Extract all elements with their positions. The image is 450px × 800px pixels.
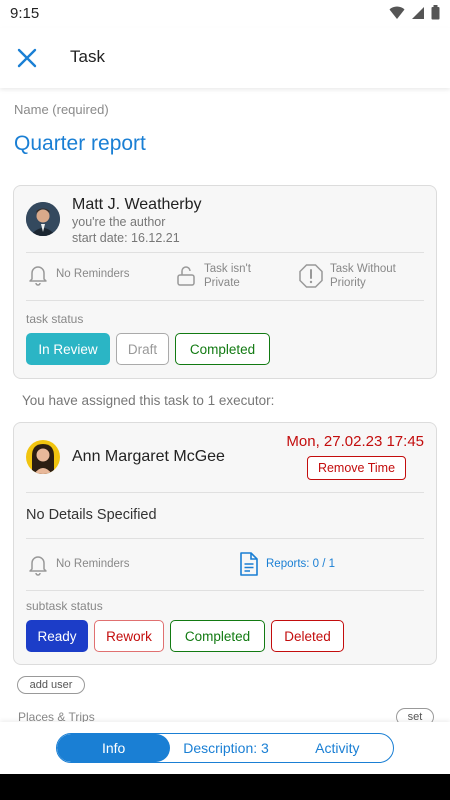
author-start-date: start date: 16.12.21 xyxy=(72,231,180,245)
divider xyxy=(26,538,424,539)
privacy-line-2: Private xyxy=(204,277,240,289)
executor-details[interactable]: No Details Specified xyxy=(26,507,157,523)
page-title: Task xyxy=(70,47,105,66)
status-completed-chip[interactable]: Completed xyxy=(170,620,265,652)
reports-label: Reports: 0 / 1 xyxy=(266,558,336,570)
reminders-label: No Reminders xyxy=(56,268,130,280)
executor-name: Ann Margaret McGee xyxy=(72,448,225,465)
status-icons xyxy=(389,5,440,20)
privacy-status[interactable]: Task isn't Private xyxy=(174,262,251,290)
status-ready-chip[interactable]: Ready xyxy=(26,620,88,652)
executor-avatar xyxy=(26,440,60,474)
close-icon[interactable] xyxy=(14,45,40,71)
bell-icon xyxy=(29,266,47,286)
system-nav-bar xyxy=(0,774,450,800)
priority-line-2: Priority xyxy=(330,277,366,289)
task-name[interactable]: Quarter report xyxy=(14,132,146,156)
unlock-icon xyxy=(177,266,195,286)
priority-octagon-icon xyxy=(299,264,323,288)
remove-time-button[interactable]: Remove Time xyxy=(307,456,406,480)
battery-icon xyxy=(431,5,440,20)
author-name: Matt J. Weatherby xyxy=(72,196,202,213)
reminders-label: No Reminders xyxy=(56,558,130,570)
app-bar: Task xyxy=(0,28,450,88)
tab-activity[interactable]: Activity xyxy=(282,734,393,762)
subtask-status-label: subtask status xyxy=(26,599,103,613)
privacy-label: Task isn't Private xyxy=(204,262,251,290)
places-trips-label: Places & Trips xyxy=(18,710,95,722)
tab-info[interactable]: Info xyxy=(57,734,171,762)
divider xyxy=(26,300,424,301)
bell-icon xyxy=(29,556,47,576)
author-reminders[interactable]: No Reminders xyxy=(26,262,130,286)
priority-line-1: Task Without xyxy=(330,263,396,275)
divider xyxy=(26,492,424,493)
set-places-button[interactable]: set xyxy=(396,708,434,722)
status-in-review-chip[interactable]: In Review xyxy=(26,333,110,365)
author-role: you're the author xyxy=(72,215,166,229)
status-rework-chip[interactable]: Rework xyxy=(94,620,164,652)
executor-reminders[interactable]: No Reminders xyxy=(26,552,130,576)
document-icon xyxy=(240,552,258,576)
author-avatar xyxy=(26,202,60,236)
signal-icon xyxy=(412,6,424,19)
tab-description[interactable]: Description: 3 xyxy=(170,734,281,762)
status-completed-chip[interactable]: Completed xyxy=(175,333,270,365)
bottom-tab-bar: Info Description: 3 Activity xyxy=(0,722,450,774)
add-user-button[interactable]: add user xyxy=(17,676,85,694)
status-draft-chip[interactable]: Draft xyxy=(116,333,169,365)
divider xyxy=(26,590,424,591)
assign-info-text: You have assigned this task to 1 executo… xyxy=(22,393,275,408)
divider xyxy=(26,252,424,253)
status-time: 9:15 xyxy=(10,5,40,22)
executor-card: Ann Margaret McGee Mon, 27.02.23 17:45 R… xyxy=(13,422,437,665)
priority-status[interactable]: Task Without Priority xyxy=(298,262,396,290)
task-status-label: task status xyxy=(26,312,84,326)
status-deleted-chip[interactable]: Deleted xyxy=(271,620,344,652)
tab-switcher: Info Description: 3 Activity xyxy=(56,733,394,763)
wifi-icon xyxy=(389,6,405,19)
name-label: Name (required) xyxy=(14,102,109,117)
reports-link[interactable]: Reports: 0 / 1 xyxy=(238,552,335,576)
author-card: Matt J. Weatherby you're the author star… xyxy=(13,185,437,379)
privacy-line-1: Task isn't xyxy=(204,263,251,275)
priority-label: Task Without Priority xyxy=(330,262,396,290)
executor-due-date[interactable]: Mon, 27.02.23 17:45 xyxy=(286,433,424,450)
content-area[interactable]: Name (required) Quarter report Matt J. W… xyxy=(0,88,450,722)
status-bar: 9:15 xyxy=(0,0,450,28)
